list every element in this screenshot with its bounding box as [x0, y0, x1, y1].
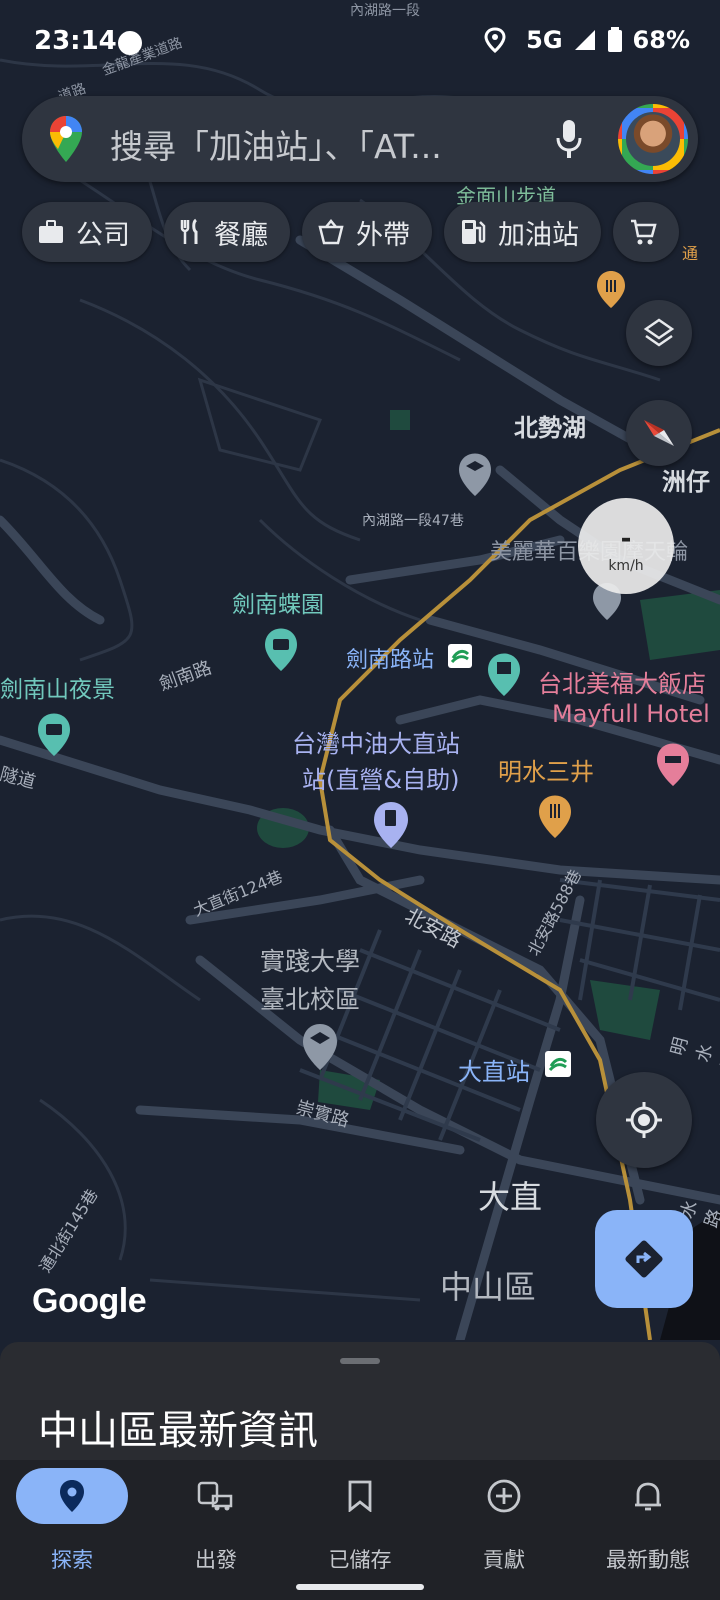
account-avatar[interactable]: [618, 104, 688, 174]
battery-level: 68%: [632, 26, 690, 54]
chip-label: 餐廳: [214, 219, 268, 251]
chip-gas[interactable]: 加油站: [444, 202, 601, 262]
network-type: 5G: [526, 26, 563, 54]
search-bar[interactable]: 搜尋「加油站」、「AT...: [22, 96, 698, 182]
compass-icon: [644, 420, 674, 446]
school-pin-icon-2[interactable]: [303, 1024, 337, 1070]
bell-icon: [635, 1482, 661, 1511]
camera-pin-icon[interactable]: [265, 628, 297, 672]
nav-pill: [16, 1468, 128, 1524]
notification-dot-icon: [118, 31, 142, 55]
bookmark-icon: [348, 1480, 372, 1512]
nav-label: 最新動態: [606, 1548, 690, 1572]
school-pin-icon[interactable]: [459, 453, 491, 497]
nav-pill: [592, 1468, 704, 1524]
location-icon: [484, 27, 506, 53]
nav-label: 已儲存: [328, 1548, 392, 1572]
nav-label: 探索: [51, 1548, 93, 1572]
speed-unit: km/h: [608, 558, 644, 574]
shopping-cart-icon: [631, 219, 657, 245]
nav-updates[interactable]: 最新動態: [576, 1460, 720, 1580]
bottom-navigation: 探索 出發 已儲存 貢獻 最新動態: [0, 1460, 720, 1600]
sheet-title: 中山區最新資訊: [38, 1408, 318, 1454]
maps-logo-icon: [50, 116, 82, 162]
microphone-icon[interactable]: [554, 118, 584, 160]
camera-pin-icon-2[interactable]: [38, 713, 70, 757]
speedometer: - km/h: [578, 498, 674, 594]
landmark-pin-icon[interactable]: [488, 653, 520, 697]
restaurant-icon: [180, 218, 198, 244]
chip-shopping[interactable]: [613, 202, 679, 262]
briefcase-icon: [39, 220, 63, 243]
chip-takeout[interactable]: 外帶: [302, 202, 432, 262]
sheet-drag-handle[interactable]: [340, 1358, 380, 1364]
takeout-icon: [318, 219, 344, 245]
status-bar: 23:14 5G 68%: [0, 0, 720, 84]
directions-icon: [625, 1240, 663, 1278]
chip-label: 公司: [76, 219, 130, 251]
my-location-icon: [626, 1102, 662, 1138]
directions-button[interactable]: [595, 1210, 693, 1308]
nav-label: 貢獻: [483, 1548, 525, 1572]
compass-button[interactable]: [626, 400, 692, 466]
chip-work[interactable]: 公司: [22, 202, 152, 262]
gas-station-icon: [462, 220, 486, 244]
nav-saved[interactable]: 已儲存: [288, 1460, 432, 1580]
speed-value: -: [620, 524, 632, 554]
nav-label: 出發: [195, 1548, 237, 1572]
nav-pill: [160, 1468, 272, 1524]
google-logo: Google: [32, 1282, 147, 1320]
avatar-image: [626, 112, 680, 166]
my-location-button[interactable]: [596, 1072, 692, 1168]
add-circle-icon: [487, 1479, 521, 1513]
layers-icon: [643, 318, 675, 347]
signal-icon: [574, 30, 595, 50]
chip-label: 外帶: [356, 219, 410, 251]
nav-commute[interactable]: 出發: [144, 1460, 288, 1580]
restaurant-pin-icon[interactable]: [597, 271, 625, 308]
status-indicators: 5G 68%: [484, 26, 690, 54]
home-indicator[interactable]: [296, 1584, 424, 1590]
chip-label: 加油站: [498, 219, 579, 251]
nav-contribute[interactable]: 貢獻: [432, 1460, 576, 1580]
nav-pill: [448, 1468, 560, 1524]
search-input[interactable]: 搜尋「加油站」、「AT...: [110, 120, 442, 168]
commute-icon: [197, 1481, 233, 1511]
gas-station-pin-icon[interactable]: [374, 802, 408, 848]
explore-pin-icon: [60, 1480, 84, 1512]
category-chips: 公司 餐廳 外帶 加油站: [22, 202, 679, 262]
bottom-sheet[interactable]: 中山區最新資訊: [0, 1342, 720, 1462]
battery-icon: [607, 27, 622, 52]
layers-button[interactable]: [626, 300, 692, 366]
nav-pill: [304, 1468, 416, 1524]
status-time: 23:14: [34, 26, 117, 56]
chip-restaurants[interactable]: 餐廳: [164, 202, 290, 262]
food-pin-icon[interactable]: [539, 795, 571, 839]
metro-station-icon-2[interactable]: [545, 1051, 571, 1077]
hotel-pin-icon[interactable]: [657, 743, 689, 787]
nav-explore[interactable]: 探索: [0, 1460, 144, 1580]
metro-station-icon[interactable]: [448, 644, 472, 668]
